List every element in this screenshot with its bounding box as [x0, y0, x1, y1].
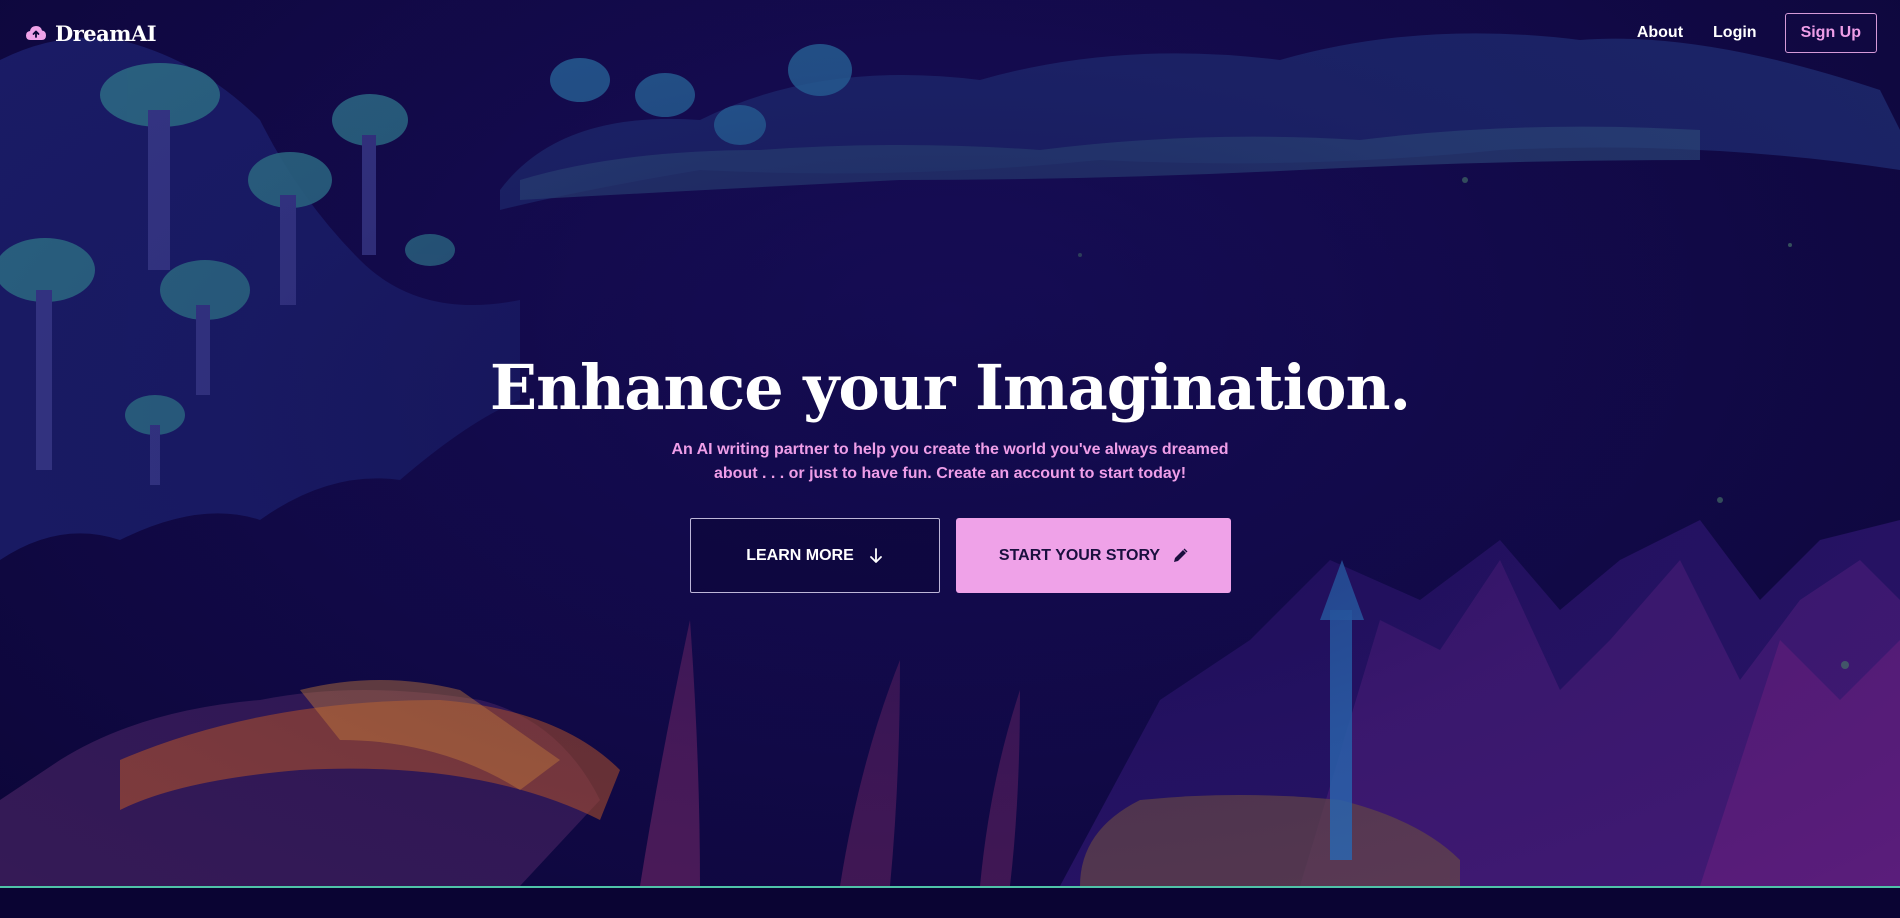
brand-logo-link[interactable]: DreamAI	[25, 20, 157, 46]
pencil-icon	[1174, 548, 1188, 562]
brand-name: DreamAI	[55, 20, 157, 46]
nav-links: About Login Sign Up	[1607, 13, 1877, 53]
hero-title: Enhance your Imagination.	[489, 351, 1411, 424]
hero-subtitle: An AI writing partner to help you create…	[671, 441, 1229, 482]
learn-more-button[interactable]: LEARN MORE	[690, 518, 940, 593]
learn-more-label: LEARN MORE	[746, 546, 854, 564]
cta-buttons: LEARN MORE START YOUR STORY	[690, 518, 1231, 593]
hero-content: Enhance your Imagination. An AI writing …	[0, 350, 1900, 593]
nav-about-link[interactable]: About	[1637, 24, 1683, 42]
top-navbar: DreamAI About Login Sign Up	[0, 0, 1900, 66]
arrow-down-icon	[869, 547, 882, 563]
cloud-upload-icon	[26, 26, 46, 40]
start-your-story-label: START YOUR STORY	[998, 546, 1161, 564]
signup-button[interactable]: Sign Up	[1784, 13, 1877, 53]
nav-login-link[interactable]: Login	[1713, 24, 1757, 42]
start-your-story-button[interactable]: START YOUR STORY	[956, 518, 1231, 593]
next-section-edge	[0, 888, 1900, 918]
